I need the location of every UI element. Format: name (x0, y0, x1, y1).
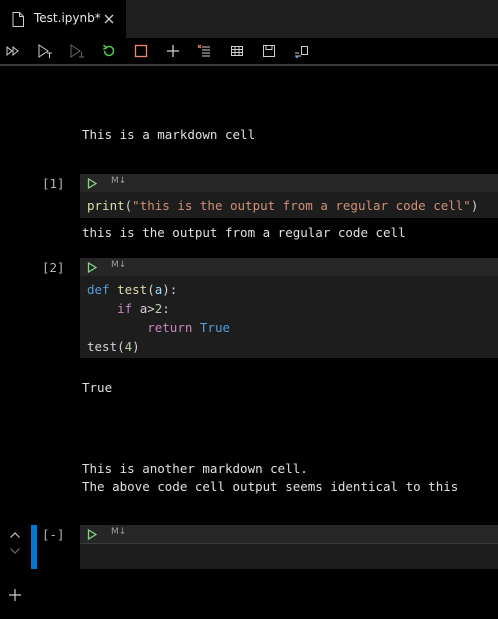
code-line: if a>2: (117, 301, 170, 316)
notebook-editor: This is a markdown cell [1] M↓ print("th… (0, 68, 498, 619)
clear-outputs-icon[interactable] (197, 43, 213, 59)
code-editor[interactable]: def test(a): if a>2: return True test(4) (80, 276, 498, 358)
markdown-toggle-icon[interactable]: M↓ (111, 527, 126, 537)
code-editor[interactable] (80, 543, 498, 569)
add-cell-icon[interactable] (8, 588, 22, 602)
add-cell-icon[interactable] (165, 43, 181, 59)
close-icon[interactable] (102, 12, 116, 26)
save-icon[interactable] (261, 43, 277, 59)
export-icon[interactable] (293, 43, 309, 59)
code-line: print("this is the output from a regular… (87, 198, 479, 213)
run-cell-icon[interactable] (87, 529, 97, 540)
markdown-cell[interactable]: This is another markdown cell. The above… (82, 460, 458, 496)
tab-test-ipynb[interactable]: Test.ipynb* (0, 0, 126, 38)
run-cell-icon[interactable] (87, 262, 97, 273)
chevron-down-icon[interactable] (9, 546, 21, 556)
code-line: return True (147, 320, 231, 335)
execution-count: [1] (42, 176, 65, 191)
notebook-toolbar (0, 38, 498, 66)
code-line: test(4) (87, 339, 140, 354)
interrupt-kernel-icon[interactable] (133, 43, 149, 59)
file-icon (12, 12, 24, 27)
execution-count: [2] (42, 260, 65, 275)
markdown-toggle-icon[interactable]: M↓ (111, 176, 126, 186)
run-above-icon[interactable] (69, 43, 85, 59)
variables-icon[interactable] (229, 43, 245, 59)
markdown-line: The above code cell output seems identic… (82, 479, 459, 494)
markdown-toggle-icon[interactable]: M↓ (111, 260, 126, 270)
tab-bar: Test.ipynb* (0, 0, 498, 38)
code-editor[interactable]: print("this is the output from a regular… (80, 192, 498, 218)
markdown-cell[interactable]: This is a markdown cell (82, 126, 255, 144)
cell-toolbar: M↓ (80, 174, 498, 192)
tab-title: Test.ipynb* (34, 11, 101, 25)
cell-output: True (82, 380, 113, 395)
run-all-icon[interactable] (5, 43, 21, 59)
execution-count: [-] (42, 527, 65, 542)
run-cell-icon[interactable] (87, 178, 97, 189)
cell-selection-indicator (31, 525, 37, 569)
chevron-up-icon[interactable] (9, 530, 21, 540)
restart-kernel-icon[interactable] (101, 43, 117, 59)
markdown-line: This is another markdown cell. (82, 461, 308, 476)
code-line: def test(a): (87, 282, 178, 297)
cell-toolbar: M↓ (80, 258, 498, 276)
cell-output: this is the output from a regular code c… (82, 225, 406, 240)
cell-toolbar: M↓ (80, 525, 498, 543)
run-below-icon[interactable] (37, 43, 53, 59)
